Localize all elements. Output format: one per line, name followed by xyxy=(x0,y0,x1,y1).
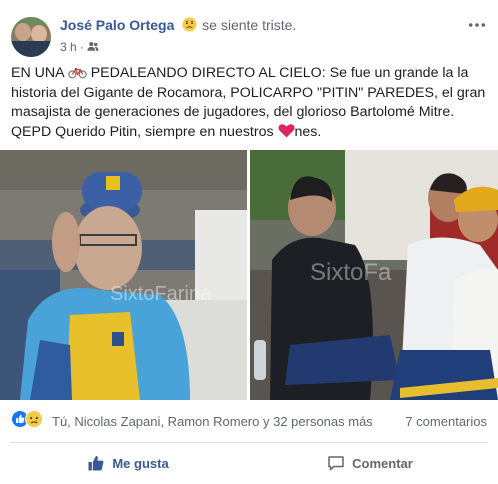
comment-button[interactable]: Comentar xyxy=(252,446,488,480)
sad-face-icon xyxy=(182,17,197,32)
author-line: José Palo Ortega se siente triste. xyxy=(60,17,296,33)
post-text-part-3: nes. xyxy=(294,123,322,140)
post-text: EN UNA PEDALEANDO DIRECTO AL CIELO: Se f… xyxy=(11,64,489,142)
thumbs-up-icon xyxy=(88,455,104,471)
divider xyxy=(10,442,488,443)
post-meta: 3 h · xyxy=(60,40,99,54)
comment-icon xyxy=(328,456,344,471)
friends-icon[interactable] xyxy=(87,41,99,52)
post-text-part-1: EN UNA xyxy=(11,65,68,81)
meta-separator: · xyxy=(79,40,84,54)
comment-label: Comentar xyxy=(352,455,413,471)
photo-right[interactable]: SixtoFa xyxy=(250,150,498,400)
author-name[interactable]: José Palo Ortega xyxy=(60,17,174,33)
heart-icon xyxy=(278,123,295,137)
reaction-summary[interactable]: Tú, Nicolas Zapani, Ramon Romero y 32 pe… xyxy=(52,414,373,429)
post-time[interactable]: 3 h xyxy=(60,40,77,54)
photo-left-watermark: SixtoFarina xyxy=(110,283,212,305)
feeling-text: se siente triste. xyxy=(202,17,297,33)
facebook-post: José Palo Ortega se siente triste. 3 h · … xyxy=(0,0,498,484)
reactions-bar: Tú, Nicolas Zapani, Ramon Romero y 32 pe… xyxy=(0,406,498,434)
photo-right-watermark: SixtoFa xyxy=(310,259,392,286)
sad-reaction-icon xyxy=(25,410,43,428)
like-button[interactable]: Me gusta xyxy=(10,446,246,480)
post-header: José Palo Ortega se siente triste. 3 h · xyxy=(0,0,498,62)
action-bar: Me gusta Comentar xyxy=(0,446,498,480)
avatar[interactable] xyxy=(11,17,51,57)
bicycle-icon xyxy=(68,68,87,79)
more-options-icon[interactable] xyxy=(468,22,486,28)
photo-left[interactable]: SixtoFarina xyxy=(0,150,247,400)
like-label: Me gusta xyxy=(112,455,169,471)
photo-grid: SixtoFarina SixtoFa xyxy=(0,150,498,400)
comments-count[interactable]: 7 comentarios xyxy=(405,414,487,429)
